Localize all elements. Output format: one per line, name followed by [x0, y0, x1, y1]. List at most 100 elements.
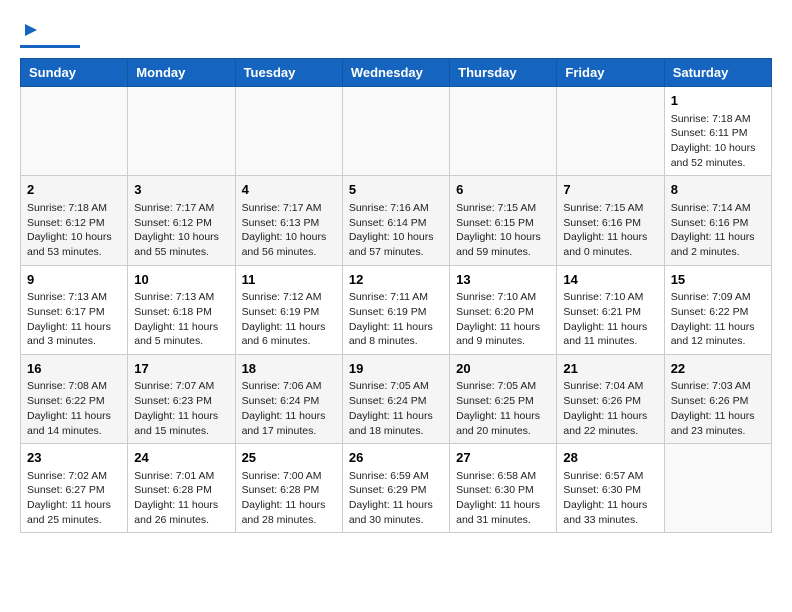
- day-number: 4: [242, 181, 336, 199]
- day-info: Sunrise: 7:09 AM Sunset: 6:22 PM Dayligh…: [671, 290, 765, 349]
- day-number: 3: [134, 181, 228, 199]
- calendar-cell: [235, 87, 342, 176]
- logo-arrow-icon: [23, 22, 39, 43]
- calendar-cell: 27 Sunrise: 6:58 AM Sunset: 6:30 PM Dayli…: [450, 444, 557, 533]
- calendar-cell: 1 Sunrise: 7:18 AM Sunset: 6:11 PM Daylig…: [664, 87, 771, 176]
- day-info: Sunrise: 7:05 AM Sunset: 6:24 PM Dayligh…: [349, 379, 443, 438]
- calendar-week-row: 23 Sunrise: 7:02 AM Sunset: 6:27 PM Dayli…: [21, 444, 772, 533]
- day-number: 18: [242, 360, 336, 378]
- calendar-cell: 11Sunrise: 7:12 AM Sunset: 6:19 PM Dayli…: [235, 265, 342, 354]
- column-header-sunday: Sunday: [21, 59, 128, 87]
- day-info: Sunrise: 7:15 AM Sunset: 6:15 PM Dayligh…: [456, 201, 550, 260]
- day-number: 24: [134, 449, 228, 467]
- day-info: Sunrise: 7:12 AM Sunset: 6:19 PM Dayligh…: [242, 290, 336, 349]
- calendar-table: SundayMondayTuesdayWednesdayThursdayFrid…: [20, 58, 772, 533]
- calendar-cell: [21, 87, 128, 176]
- calendar-cell: 23 Sunrise: 7:02 AM Sunset: 6:27 PM Dayli…: [21, 444, 128, 533]
- calendar-cell: 2 Sunrise: 7:18 AM Sunset: 6:12 PM Daylig…: [21, 176, 128, 265]
- day-number: 9: [27, 271, 121, 289]
- day-number: 14: [563, 271, 657, 289]
- calendar-cell: 28 Sunrise: 6:57 AM Sunset: 6:30 PM Dayli…: [557, 444, 664, 533]
- day-number: 5: [349, 181, 443, 199]
- day-info: Sunrise: 7:18 AM Sunset: 6:12 PM Dayligh…: [27, 201, 121, 260]
- calendar-cell: 17Sunrise: 7:07 AM Sunset: 6:23 PM Dayli…: [128, 354, 235, 443]
- calendar-header-row: SundayMondayTuesdayWednesdayThursdayFrid…: [21, 59, 772, 87]
- calendar-cell: [557, 87, 664, 176]
- calendar-cell: 14Sunrise: 7:10 AM Sunset: 6:21 PM Dayli…: [557, 265, 664, 354]
- day-info: Sunrise: 7:04 AM Sunset: 6:26 PM Dayligh…: [563, 379, 657, 438]
- calendar-cell: 16Sunrise: 7:08 AM Sunset: 6:22 PM Dayli…: [21, 354, 128, 443]
- calendar-cell: 25 Sunrise: 7:00 AM Sunset: 6:28 PM Dayli…: [235, 444, 342, 533]
- day-number: 20: [456, 360, 550, 378]
- calendar-cell: 18Sunrise: 7:06 AM Sunset: 6:24 PM Dayli…: [235, 354, 342, 443]
- calendar-cell: 26 Sunrise: 6:59 AM Sunset: 6:29 PM Dayli…: [342, 444, 449, 533]
- day-number: 21: [563, 360, 657, 378]
- calendar-week-row: 2 Sunrise: 7:18 AM Sunset: 6:12 PM Daylig…: [21, 176, 772, 265]
- day-number: 8: [671, 181, 765, 199]
- calendar-cell: [664, 444, 771, 533]
- calendar-cell: 7 Sunrise: 7:15 AM Sunset: 6:16 PM Daylig…: [557, 176, 664, 265]
- column-header-monday: Monday: [128, 59, 235, 87]
- day-number: 6: [456, 181, 550, 199]
- column-header-friday: Friday: [557, 59, 664, 87]
- day-info: Sunrise: 7:10 AM Sunset: 6:20 PM Dayligh…: [456, 290, 550, 349]
- day-info: Sunrise: 7:05 AM Sunset: 6:25 PM Dayligh…: [456, 379, 550, 438]
- calendar-cell: 15Sunrise: 7:09 AM Sunset: 6:22 PM Dayli…: [664, 265, 771, 354]
- day-number: 28: [563, 449, 657, 467]
- day-number: 19: [349, 360, 443, 378]
- calendar-cell: 19Sunrise: 7:05 AM Sunset: 6:24 PM Dayli…: [342, 354, 449, 443]
- day-info: Sunrise: 7:02 AM Sunset: 6:27 PM Dayligh…: [27, 469, 121, 528]
- day-number: 23: [27, 449, 121, 467]
- calendar-cell: 9Sunrise: 7:13 AM Sunset: 6:17 PM Daylig…: [21, 265, 128, 354]
- calendar-cell: 20Sunrise: 7:05 AM Sunset: 6:25 PM Dayli…: [450, 354, 557, 443]
- calendar-cell: [342, 87, 449, 176]
- calendar-cell: 6 Sunrise: 7:15 AM Sunset: 6:15 PM Daylig…: [450, 176, 557, 265]
- day-info: Sunrise: 7:08 AM Sunset: 6:22 PM Dayligh…: [27, 379, 121, 438]
- day-info: Sunrise: 7:11 AM Sunset: 6:19 PM Dayligh…: [349, 290, 443, 349]
- calendar-cell: 12Sunrise: 7:11 AM Sunset: 6:19 PM Dayli…: [342, 265, 449, 354]
- day-info: Sunrise: 6:58 AM Sunset: 6:30 PM Dayligh…: [456, 469, 550, 528]
- calendar-cell: 24 Sunrise: 7:01 AM Sunset: 6:28 PM Dayli…: [128, 444, 235, 533]
- column-header-tuesday: Tuesday: [235, 59, 342, 87]
- day-number: 25: [242, 449, 336, 467]
- day-info: Sunrise: 7:03 AM Sunset: 6:26 PM Dayligh…: [671, 379, 765, 438]
- logo: [20, 20, 80, 48]
- calendar-cell: [450, 87, 557, 176]
- day-info: Sunrise: 6:59 AM Sunset: 6:29 PM Dayligh…: [349, 469, 443, 528]
- column-header-saturday: Saturday: [664, 59, 771, 87]
- calendar-cell: 13Sunrise: 7:10 AM Sunset: 6:20 PM Dayli…: [450, 265, 557, 354]
- day-info: Sunrise: 7:06 AM Sunset: 6:24 PM Dayligh…: [242, 379, 336, 438]
- day-info: Sunrise: 6:57 AM Sunset: 6:30 PM Dayligh…: [563, 469, 657, 528]
- day-info: Sunrise: 7:18 AM Sunset: 6:11 PM Dayligh…: [671, 112, 765, 171]
- calendar-cell: 8 Sunrise: 7:14 AM Sunset: 6:16 PM Daylig…: [664, 176, 771, 265]
- calendar-cell: 5 Sunrise: 7:16 AM Sunset: 6:14 PM Daylig…: [342, 176, 449, 265]
- day-number: 7: [563, 181, 657, 199]
- day-info: Sunrise: 7:13 AM Sunset: 6:18 PM Dayligh…: [134, 290, 228, 349]
- day-info: Sunrise: 7:00 AM Sunset: 6:28 PM Dayligh…: [242, 469, 336, 528]
- day-info: Sunrise: 7:17 AM Sunset: 6:13 PM Dayligh…: [242, 201, 336, 260]
- day-number: 11: [242, 271, 336, 289]
- logo-underline: [20, 45, 80, 48]
- day-info: Sunrise: 7:10 AM Sunset: 6:21 PM Dayligh…: [563, 290, 657, 349]
- day-number: 17: [134, 360, 228, 378]
- day-number: 10: [134, 271, 228, 289]
- column-header-wednesday: Wednesday: [342, 59, 449, 87]
- day-info: Sunrise: 7:15 AM Sunset: 6:16 PM Dayligh…: [563, 201, 657, 260]
- day-number: 16: [27, 360, 121, 378]
- page-header: [20, 20, 772, 48]
- day-number: 13: [456, 271, 550, 289]
- day-info: Sunrise: 7:01 AM Sunset: 6:28 PM Dayligh…: [134, 469, 228, 528]
- day-number: 26: [349, 449, 443, 467]
- day-number: 2: [27, 181, 121, 199]
- day-info: Sunrise: 7:16 AM Sunset: 6:14 PM Dayligh…: [349, 201, 443, 260]
- calendar-week-row: 1 Sunrise: 7:18 AM Sunset: 6:11 PM Daylig…: [21, 87, 772, 176]
- day-number: 27: [456, 449, 550, 467]
- day-info: Sunrise: 7:14 AM Sunset: 6:16 PM Dayligh…: [671, 201, 765, 260]
- day-number: 1: [671, 92, 765, 110]
- day-number: 22: [671, 360, 765, 378]
- calendar-cell: 4 Sunrise: 7:17 AM Sunset: 6:13 PM Daylig…: [235, 176, 342, 265]
- calendar-cell: 10Sunrise: 7:13 AM Sunset: 6:18 PM Dayli…: [128, 265, 235, 354]
- calendar-week-row: 9Sunrise: 7:13 AM Sunset: 6:17 PM Daylig…: [21, 265, 772, 354]
- calendar-cell: 22Sunrise: 7:03 AM Sunset: 6:26 PM Dayli…: [664, 354, 771, 443]
- column-header-thursday: Thursday: [450, 59, 557, 87]
